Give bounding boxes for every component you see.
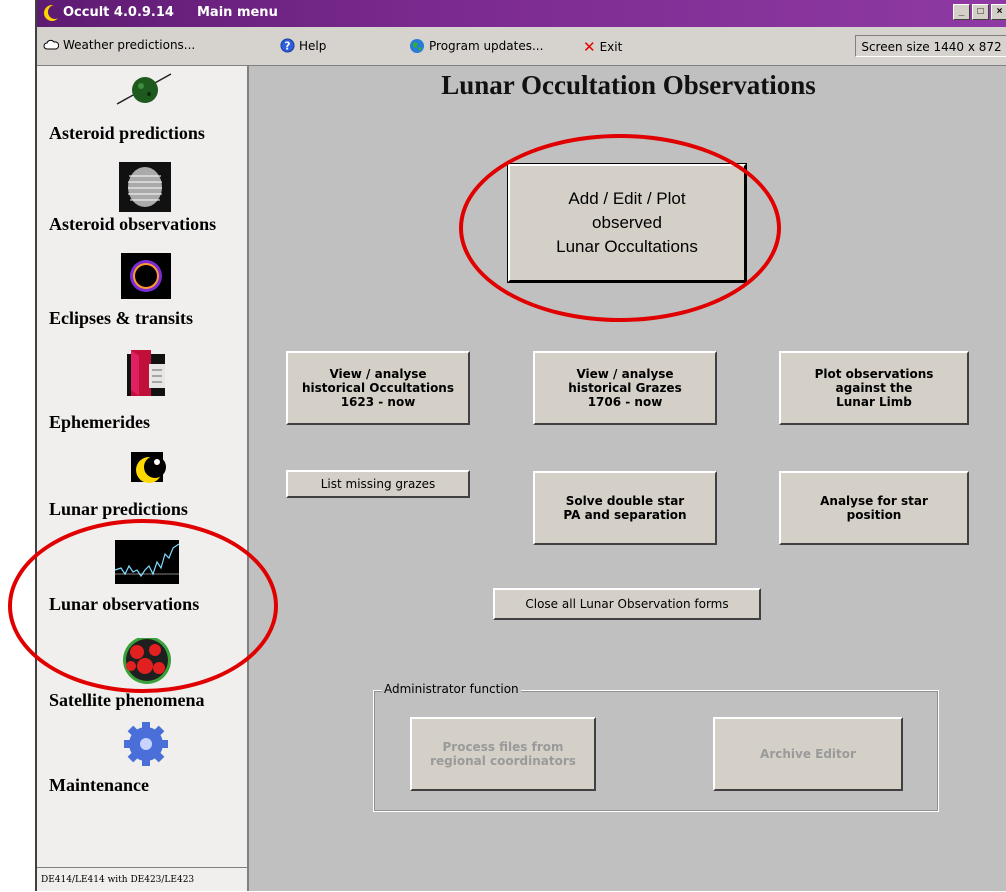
list-missing-grazes-button[interactable]: List missing grazes bbox=[286, 470, 470, 498]
exit-icon: ✕ bbox=[583, 38, 596, 56]
minimize-button[interactable]: _ bbox=[953, 4, 970, 20]
sidebar-item-label: Eclipses & transits bbox=[49, 308, 193, 328]
jupiter-icon bbox=[123, 638, 171, 684]
archive-editor-button[interactable]: Archive Editor bbox=[713, 717, 903, 791]
close-lunar-forms-button[interactable]: Close all Lunar Observation forms bbox=[493, 588, 761, 620]
menu-weather-label: Weather predictions... bbox=[63, 38, 196, 52]
sidebar-item-label: Lunar predictions bbox=[49, 499, 188, 519]
sidebar-item-maintenance[interactable]: Maintenance bbox=[37, 722, 247, 802]
sidebar-item-satellite-phenomena[interactable]: Satellite phenomena bbox=[37, 638, 247, 718]
menu-help-label: Help bbox=[299, 38, 327, 53]
menu-bar: Weather predictions... ? Help Program up… bbox=[37, 27, 1006, 66]
menu-help[interactable]: ? Help bbox=[280, 38, 326, 53]
asteroid-occultation-icon bbox=[119, 162, 171, 212]
menu-weather[interactable]: Weather predictions... bbox=[43, 38, 195, 52]
sidebar-item-asteroid-observations[interactable]: Asteroid observations bbox=[37, 162, 247, 242]
sidebar-item-ephemerides[interactable]: Ephemerides bbox=[37, 350, 247, 432]
process-files-button[interactable]: Process files from regional coordinators bbox=[410, 717, 596, 791]
view-occultations-button[interactable]: View / analyse historical Occultations 1… bbox=[286, 351, 470, 425]
cloud-icon bbox=[43, 39, 59, 50]
analyse-star-position-button[interactable]: Analyse for star position bbox=[779, 471, 969, 545]
sidebar-item-label: Lunar observations bbox=[49, 594, 200, 614]
sidebar-item-label: Maintenance bbox=[49, 775, 149, 795]
screen-size-readout: Screen size 1440 x 872 bbox=[855, 35, 1006, 57]
add-edit-plot-button[interactable]: Add / Edit / Plot observed Lunar Occulta… bbox=[507, 163, 747, 283]
main-window: Occult 4.0.9.14 Main menu _ □ × Weather … bbox=[35, 0, 1006, 891]
app-moon-icon bbox=[44, 5, 61, 21]
ephemeris-status: DE414/LE414 with DE423/LE423 bbox=[37, 867, 247, 891]
administrator-legend: Administrator function bbox=[382, 682, 521, 696]
sidebar-item-label: Asteroid observations bbox=[49, 214, 217, 234]
gear-icon bbox=[124, 722, 168, 766]
eclipse-icon bbox=[121, 253, 171, 299]
title-bar: Occult 4.0.9.14 Main menu _ □ × bbox=[37, 0, 1006, 27]
view-grazes-button[interactable]: View / analyse historical Grazes 1706 - … bbox=[533, 351, 717, 425]
solve-double-star-button[interactable]: Solve double star PA and separation bbox=[533, 471, 717, 545]
maximize-button[interactable]: □ bbox=[972, 4, 989, 20]
lightcurve-icon bbox=[114, 540, 179, 584]
help-icon: ? bbox=[280, 38, 295, 53]
sidebar: Asteroid predictions Asteroid observatio… bbox=[37, 66, 249, 891]
book-icon bbox=[127, 350, 165, 396]
globe-icon bbox=[410, 39, 424, 53]
sidebar-item-label: Asteroid predictions bbox=[49, 123, 205, 143]
svg-text:?: ? bbox=[285, 40, 291, 52]
menu-updates-label: Program updates... bbox=[429, 39, 544, 53]
asteroid-icon bbox=[116, 73, 172, 105]
sidebar-item-lunar-predictions[interactable]: Lunar predictions bbox=[37, 452, 247, 519]
page-title: Lunar Occultation Observations bbox=[441, 70, 816, 100]
menu-exit[interactable]: ✕ Exit bbox=[583, 38, 622, 56]
window-controls: _ □ × bbox=[953, 4, 1006, 20]
close-button[interactable]: × bbox=[991, 4, 1006, 20]
moon-icon bbox=[131, 452, 166, 483]
sidebar-item-lunar-observations[interactable]: Lunar observations bbox=[37, 540, 247, 620]
plot-lunar-limb-button[interactable]: Plot observations against the Lunar Limb bbox=[779, 351, 969, 425]
menu-exit-label: Exit bbox=[599, 40, 623, 54]
sidebar-item-label: Ephemerides bbox=[49, 412, 150, 432]
menu-updates[interactable]: Program updates... bbox=[409, 38, 543, 54]
sidebar-item-label: Satellite phenomena bbox=[49, 690, 205, 710]
administrator-groupbox: Administrator function Process files fro… bbox=[373, 682, 939, 812]
sidebar-item-eclipses-transits[interactable]: Eclipses & transits bbox=[37, 253, 247, 333]
app-title: Occult 4.0.9.14 bbox=[63, 5, 174, 20]
window-title: Main menu bbox=[197, 5, 278, 20]
sidebar-item-asteroid-predictions[interactable]: Asteroid predictions bbox=[37, 66, 247, 146]
main-panel: Lunar Occultation Observations Add / Edi… bbox=[249, 66, 1006, 891]
